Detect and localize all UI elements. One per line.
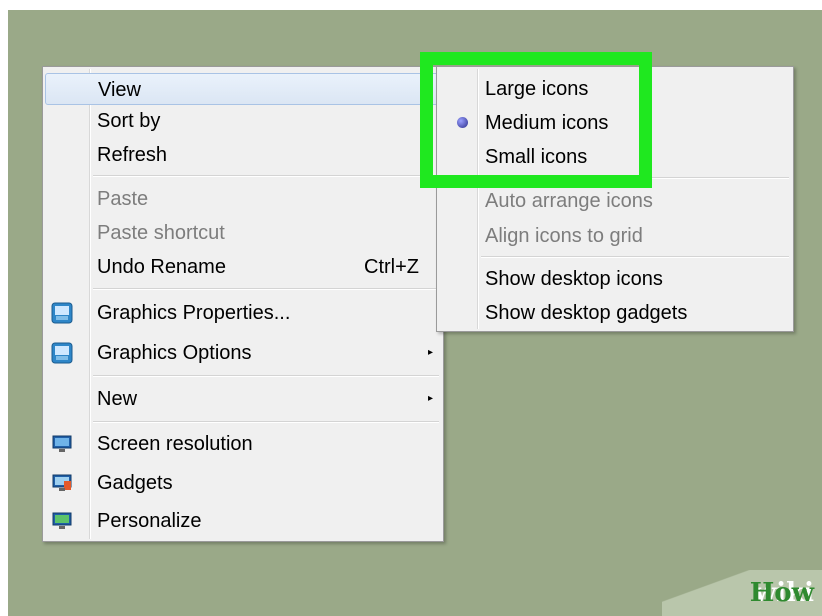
menu-item-label: Paste: [97, 188, 149, 210]
menu-item-personalize[interactable]: Personalize: [45, 505, 441, 537]
menu-item-label: Undo Rename: [97, 256, 226, 278]
menu-item-view[interactable]: View: [45, 73, 441, 105]
menu-separator: [481, 256, 789, 258]
menu-item-label: Personalize: [97, 510, 202, 532]
menu-item-label: Graphics Properties...: [97, 302, 291, 324]
wikihow-watermark: wiki How: [662, 570, 822, 616]
monitor-icon: [51, 433, 73, 455]
menu-item-label: View: [98, 79, 141, 101]
menu-item-label: Align icons to grid: [485, 225, 643, 247]
menu-item-undo-rename[interactable]: Undo Rename Ctrl+Z: [45, 251, 441, 283]
gadgets-icon: [51, 472, 73, 494]
menu-item-sort-by[interactable]: Sort by: [45, 105, 441, 137]
menu-item-paste[interactable]: Paste: [45, 183, 441, 215]
menu-item-label: Graphics Options: [97, 342, 252, 364]
menu-item-paste-shortcut[interactable]: Paste shortcut: [45, 217, 441, 249]
shortcut-label: Ctrl+Z: [364, 256, 419, 278]
submenu-item-show-desktop-icons[interactable]: Show desktop icons: [439, 263, 791, 295]
submenu-item-align-to-grid[interactable]: Align icons to grid: [439, 220, 791, 252]
menu-item-label: Show desktop gadgets: [485, 302, 688, 324]
submenu-arrow-icon: ▸: [427, 393, 433, 404]
personalize-icon: [51, 510, 73, 532]
menu-item-gadgets[interactable]: Gadgets: [45, 467, 441, 499]
menu-item-label: Show desktop icons: [485, 268, 663, 290]
menu-item-label: Screen resolution: [97, 433, 253, 455]
menu-item-screen-resolution[interactable]: Screen resolution: [45, 428, 441, 460]
menu-item-label: Auto arrange icons: [485, 190, 653, 212]
annotation-highlight-box: [420, 52, 652, 188]
watermark-how: How: [749, 578, 814, 608]
menu-separator: [93, 375, 439, 377]
menu-item-label: Paste shortcut: [97, 222, 225, 244]
menu-item-graphics-properties[interactable]: Graphics Properties...: [45, 297, 441, 329]
menu-separator: [93, 175, 439, 177]
menu-item-label: Gadgets: [97, 472, 173, 494]
graphics-icon: [51, 302, 73, 324]
submenu-item-auto-arrange[interactable]: Auto arrange icons: [439, 185, 791, 217]
menu-separator: [93, 288, 439, 290]
menu-item-graphics-options[interactable]: Graphics Options ▸: [45, 337, 441, 369]
menu-separator: [93, 421, 439, 423]
menu-item-label: Sort by: [97, 110, 161, 132]
menu-item-new[interactable]: New ▸: [45, 383, 441, 415]
submenu-item-show-desktop-gadgets[interactable]: Show desktop gadgets: [439, 297, 791, 329]
menu-item-label: New: [97, 388, 138, 410]
menu-item-label: Refresh: [97, 144, 168, 166]
menu-item-refresh[interactable]: Refresh: [45, 139, 441, 171]
graphics-icon: [51, 342, 73, 364]
submenu-arrow-icon: ▸: [427, 347, 433, 358]
desktop-context-menu: View Sort by Refresh Paste Paste shortcu…: [42, 66, 444, 542]
